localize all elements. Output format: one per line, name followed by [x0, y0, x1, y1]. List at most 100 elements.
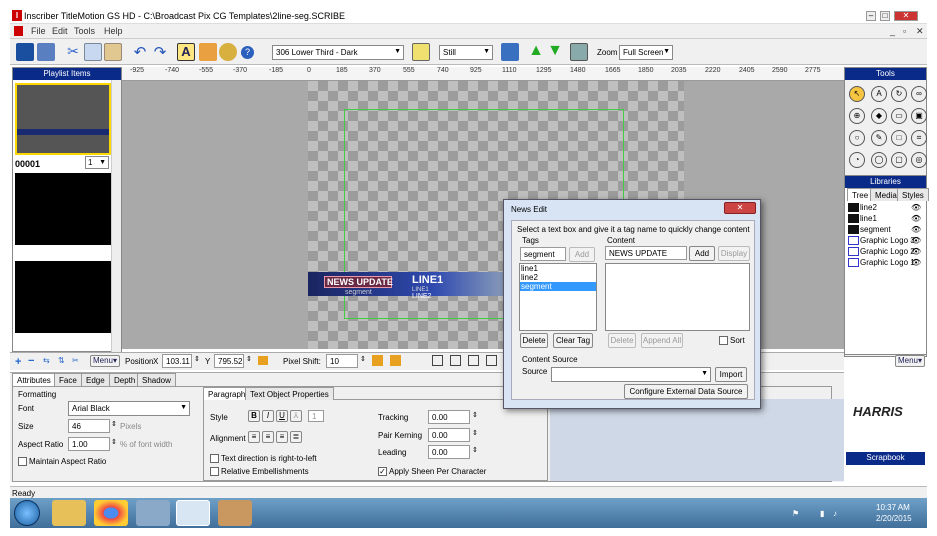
- image-tool-icon[interactable]: ▣: [911, 108, 927, 124]
- select-tool-icon[interactable]: ↖: [849, 86, 865, 102]
- dialog-close-button[interactable]: ✕: [724, 202, 756, 214]
- leading-stepper-icon[interactable]: ⇕: [472, 446, 478, 454]
- tray-date[interactable]: 2/20/2015: [876, 514, 912, 523]
- align-right-button[interactable]: ≡: [276, 431, 288, 443]
- crop-tool-icon[interactable]: ⌗: [911, 130, 927, 146]
- library-item[interactable]: line2: [848, 203, 877, 213]
- save-icon[interactable]: [16, 43, 34, 61]
- append-all-button[interactable]: Append All: [641, 333, 683, 348]
- app-shortcut-icon[interactable]: [136, 500, 170, 526]
- content-add-button[interactable]: Add: [689, 246, 715, 261]
- source-select[interactable]: ▼: [551, 367, 711, 382]
- tab-shadow[interactable]: Shadow: [137, 373, 176, 386]
- italic-button[interactable]: I: [262, 410, 274, 422]
- playlist-menu-button[interactable]: Menu▾: [90, 355, 120, 367]
- pen-tool-icon[interactable]: ✎: [871, 130, 887, 146]
- redo-icon[interactable]: ↷: [151, 43, 169, 61]
- add-icon[interactable]: +: [15, 356, 21, 368]
- text-tool-icon[interactable]: A: [871, 86, 887, 102]
- tab-paragraph[interactable]: Paragraph: [203, 387, 251, 400]
- eye-icon[interactable]: 👁: [911, 214, 921, 223]
- configure-source-button[interactable]: Configure External Data Source: [624, 384, 748, 399]
- tab-styles[interactable]: Styles: [897, 188, 929, 201]
- eye-icon[interactable]: 👁: [911, 225, 921, 234]
- tray-time[interactable]: 10:37 AM: [876, 503, 910, 512]
- transfer-icon[interactable]: [501, 43, 519, 61]
- tray-flag-icon[interactable]: ⚑: [792, 509, 799, 518]
- group-tool-icon[interactable]: ◎: [911, 152, 927, 168]
- news-update-text[interactable]: NEWS UPDATE: [327, 277, 393, 287]
- delete-tag-button[interactable]: Delete: [520, 333, 548, 348]
- file-explorer-icon[interactable]: [52, 500, 86, 526]
- content-list[interactable]: [605, 263, 750, 331]
- library-item[interactable]: Graphic Logo 1: [848, 258, 915, 268]
- cut-icon[interactable]: ✂: [64, 43, 82, 61]
- zoom-tool-icon[interactable]: ⊕: [849, 108, 865, 124]
- minimize-button[interactable]: –: [866, 11, 876, 21]
- arrange-backward-icon[interactable]: [468, 355, 479, 366]
- bold-button[interactable]: B: [248, 410, 260, 422]
- paint-icon[interactable]: [218, 500, 252, 526]
- content-delete-button[interactable]: Delete: [608, 333, 636, 348]
- tab-edge[interactable]: Edge: [81, 373, 110, 386]
- edit-template-icon[interactable]: [412, 43, 430, 61]
- move-up-icon[interactable]: ▲: [527, 43, 545, 61]
- arrange-forward-icon[interactable]: [450, 355, 461, 366]
- aspect-stepper-icon[interactable]: ⇕: [111, 438, 117, 446]
- align-left-button[interactable]: ≡: [248, 431, 260, 443]
- list-item[interactable]: line1: [520, 264, 596, 273]
- align-center-icon[interactable]: [390, 355, 401, 366]
- eye-icon[interactable]: 👁: [911, 258, 921, 267]
- strike-button[interactable]: ⅄: [290, 410, 302, 422]
- sort-checkbox[interactable]: [719, 336, 728, 345]
- tags-list[interactable]: line1 line2 segment: [519, 263, 597, 331]
- menu-tools[interactable]: Tools: [74, 26, 95, 36]
- align-justify-button[interactable]: ≣: [290, 431, 302, 443]
- align-left-icon[interactable]: [372, 355, 383, 366]
- tag-add-button[interactable]: Add: [569, 247, 595, 262]
- tag-input[interactable]: segment: [520, 247, 566, 261]
- size-stepper-icon[interactable]: ⇕: [111, 420, 117, 428]
- library-item[interactable]: line1: [848, 214, 877, 224]
- font-select[interactable]: Arial Black ▼: [68, 401, 190, 416]
- content-input[interactable]: NEWS UPDATE: [605, 246, 687, 260]
- underline-button[interactable]: U: [276, 410, 288, 422]
- tab-depth[interactable]: Depth: [109, 373, 141, 386]
- node-tool-icon[interactable]: ◆: [871, 108, 887, 124]
- leading-input[interactable]: 0.00: [428, 445, 470, 459]
- tray-network-icon[interactable]: ▮: [820, 509, 824, 518]
- doc-minimize-button[interactable]: _: [890, 26, 895, 36]
- sheen-checkbox[interactable]: ✓: [378, 467, 387, 476]
- display-button[interactable]: Display: [718, 246, 750, 261]
- tab-attributes[interactable]: Attributes: [12, 373, 56, 386]
- scrapbook-tab[interactable]: Scrapbook: [846, 452, 925, 465]
- arrange-front-icon[interactable]: [432, 355, 443, 366]
- playlist-thumbnail-1[interactable]: [15, 83, 111, 155]
- menu-file[interactable]: File: [31, 26, 46, 36]
- style-icon[interactable]: [199, 43, 217, 61]
- help-icon[interactable]: ?: [241, 46, 254, 59]
- circle-tool-icon[interactable]: ◯: [871, 152, 887, 168]
- x-stepper-icon[interactable]: ⇕: [194, 355, 200, 363]
- chrome-icon[interactable]: [94, 500, 128, 526]
- fill-tool-icon[interactable]: ◔: [849, 152, 865, 168]
- size-input[interactable]: 46: [68, 419, 110, 433]
- doc-restore-button[interactable]: ▫: [903, 26, 906, 36]
- clear-tag-button[interactable]: Clear Tag: [553, 333, 593, 348]
- eye-icon[interactable]: 👁: [911, 203, 921, 212]
- effects-icon[interactable]: [219, 43, 237, 61]
- library-item[interactable]: Graphic Logo 3: [848, 236, 915, 246]
- style-number-input[interactable]: 1: [308, 410, 324, 422]
- maintain-aspect-checkbox[interactable]: [18, 457, 27, 466]
- menu-edit[interactable]: Edit: [52, 26, 68, 36]
- libraries-menu-button[interactable]: Menu▾: [895, 355, 925, 367]
- kerning-input[interactable]: 0.00: [428, 428, 470, 442]
- aspect-input[interactable]: 1.00: [68, 437, 110, 451]
- doc-close-button[interactable]: ✕: [916, 26, 924, 37]
- playlist-scrollbar[interactable]: [111, 80, 121, 352]
- rect-tool-icon[interactable]: ▭: [891, 108, 907, 124]
- line2-text[interactable]: LINE2: [412, 293, 431, 300]
- playlist-item-select[interactable]: 1 ▼: [85, 156, 109, 169]
- start-button[interactable]: [14, 500, 40, 526]
- x-position-input[interactable]: 103.11: [162, 354, 192, 368]
